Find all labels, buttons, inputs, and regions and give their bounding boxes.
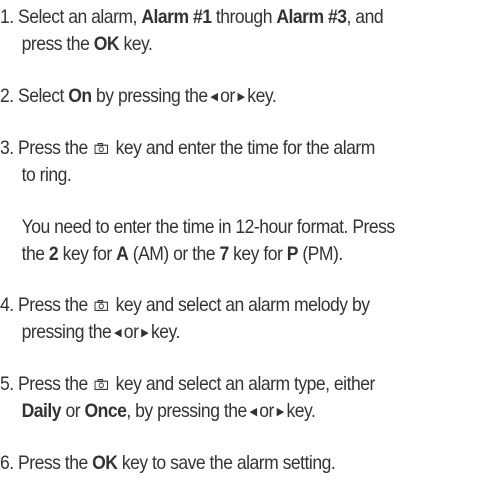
ok-key-label: OK <box>92 452 118 474</box>
step-4-line-2: pressing the ◀ or ▶ key. <box>22 319 181 346</box>
right-arrow-icon: ▶ <box>141 327 149 339</box>
step-5-line-2: Daily or Once, by pressing the ◀ or ▶ key. <box>22 398 316 425</box>
step-number: 5. <box>0 373 14 395</box>
left-arrow-icon: ◀ <box>113 327 122 339</box>
step-2-line-1: 2. Select On by pressing the ◀ or ▶ key. <box>0 83 277 110</box>
step-1-line-2: press the OK key. <box>21 33 153 55</box>
once-option-label: Once <box>84 400 127 422</box>
alarm-1-label: Alarm #1 <box>141 6 212 28</box>
step-number: 1. <box>0 6 14 28</box>
step-4-line-1: 4. Press the key and select an alarm melo… <box>0 294 370 316</box>
camera-key-icon <box>94 379 109 390</box>
step-3-note-line-1: You need to enter the time in 12-hour fo… <box>21 216 396 238</box>
camera-key-icon <box>94 143 109 154</box>
on-option-label: On <box>68 85 92 107</box>
step-number: 6. <box>0 452 14 474</box>
alarm-3-label: Alarm #3 <box>276 6 347 28</box>
key-7-label: 7 <box>219 243 229 265</box>
key-2-label: 2 <box>48 243 59 265</box>
left-arrow-icon: ◀ <box>249 406 257 418</box>
daily-option-label: Daily <box>21 400 62 422</box>
step-number: 4. <box>0 294 14 316</box>
step-5-line-1: 5. Press the key and select an alarm type… <box>0 373 375 395</box>
camera-key-icon <box>94 300 109 311</box>
left-arrow-icon: ◀ <box>210 91 218 103</box>
step-3-line-2: to ring. <box>21 164 72 186</box>
step-3-line-1: 3. Press the key and enter the time for t… <box>0 137 375 159</box>
step-number: 2. <box>0 85 14 107</box>
pm-letter: P <box>286 243 299 265</box>
alarm-instructions: 1. Select an alarm, Alarm #1 through Ala… <box>0 0 449 490</box>
am-letter: A <box>116 243 129 265</box>
step-1-line-1: 1. Select an alarm, Alarm #1 through Ala… <box>0 6 384 28</box>
step-6-line-1: 6. Press the OK key to save the alarm se… <box>0 452 336 474</box>
ok-key-label: OK <box>93 33 120 55</box>
right-arrow-icon: ▶ <box>276 406 285 418</box>
right-arrow-icon: ▶ <box>237 91 245 103</box>
step-number: 3. <box>0 137 14 159</box>
step-3-note-line-2: the 2 key for A (AM) or the 7 key for P … <box>21 243 344 265</box>
